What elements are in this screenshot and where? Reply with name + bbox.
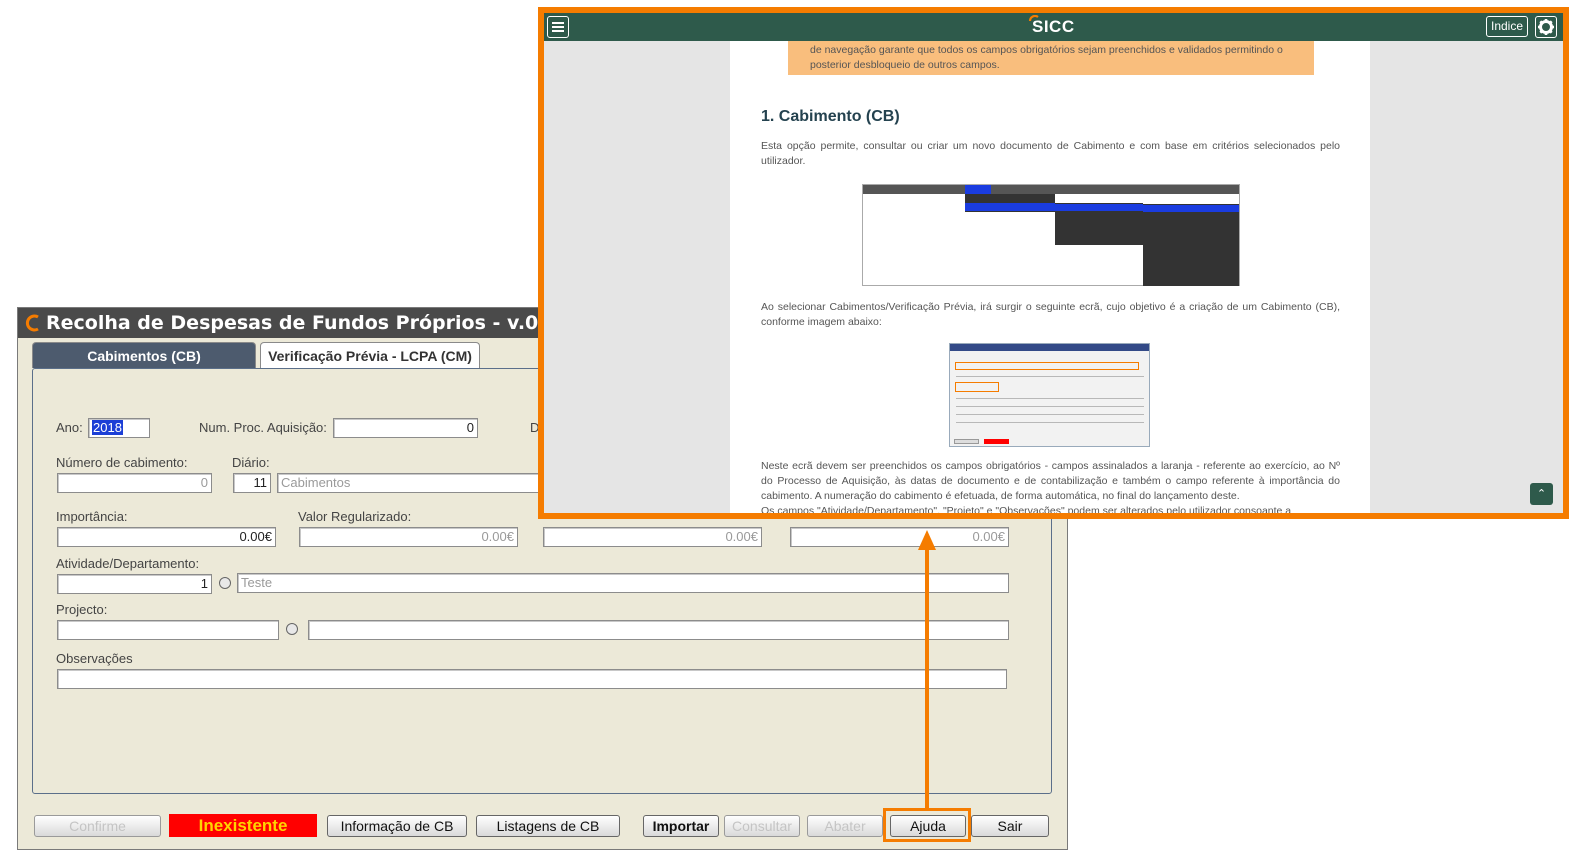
help-header-bar: SICC Indice: [544, 13, 1563, 41]
atividade-lookup-icon[interactable]: [219, 577, 231, 589]
atividade-code-field[interactable]: 1: [57, 574, 212, 594]
arrow-up-icon: [918, 530, 936, 550]
projecto-name-field[interactable]: [308, 620, 1009, 640]
paragraph-intro: Esta opção permite, consultar ou criar u…: [761, 140, 1340, 167]
status-badge: Inexistente: [169, 814, 317, 837]
help-window: SICC Indice Recomenda-se o uso da tecla …: [538, 7, 1569, 519]
section-heading: 1. Cabimento (CB): [761, 108, 900, 125]
valor-alteracoes-field[interactable]: 0.00€: [790, 527, 1009, 547]
projecto-label: Projecto:: [56, 602, 108, 617]
projecto-code-field[interactable]: [57, 620, 279, 640]
numero-cabimento-label: Número de cabimento:: [56, 455, 188, 470]
informacao-cb-button[interactable]: Informação de CB: [327, 815, 467, 837]
listagens-cb-button[interactable]: Listagens de CB: [476, 815, 620, 837]
numero-cabimento-field[interactable]: 0: [57, 473, 212, 493]
ano-field[interactable]: 2018: [88, 418, 150, 438]
paragraph-optional-fields: Os campos "Atividade/Departamento", "Pro…: [761, 505, 1292, 513]
diario-label: Diário:: [232, 455, 270, 470]
form-screenshot-image: [949, 343, 1150, 447]
sicc-brand: SICC: [1032, 17, 1075, 36]
warning-text: Recomenda-se o uso da tecla TAB para a n…: [810, 44, 1283, 71]
valor-regularizado-label: Valor Regularizado:: [298, 509, 412, 524]
diario-code-field[interactable]: 11: [233, 473, 271, 493]
valor-compromisso-field[interactable]: 0.00€: [543, 527, 762, 547]
ajuda-highlight: [883, 808, 971, 842]
atividade-label: Atividade/Departamento:: [56, 556, 200, 571]
importar-button[interactable]: Importar: [643, 815, 719, 837]
tab-cabimentos[interactable]: Cabimentos (CB): [32, 342, 256, 368]
menu-screenshot-image: [862, 184, 1240, 286]
paragraph-selection: Ao selecionar Cabimentos/Verificação Pré…: [761, 301, 1340, 328]
confirme-button[interactable]: Confirme: [34, 815, 161, 837]
gear-icon[interactable]: [1535, 16, 1557, 38]
indice-button[interactable]: Indice: [1486, 16, 1528, 37]
importancia-label: Importância:: [56, 509, 128, 524]
observacoes-field[interactable]: [57, 669, 1007, 689]
atividade-name-field[interactable]: Teste: [237, 573, 1009, 593]
ano-label: Ano:: [56, 420, 83, 435]
importancia-field[interactable]: 0.00€: [57, 527, 276, 547]
num-proc-field[interactable]: 0: [333, 418, 478, 438]
ano-value: 2018: [92, 420, 123, 435]
tab-warning-note: Recomenda-se o uso da tecla TAB para a n…: [788, 41, 1314, 75]
diario-name-field[interactable]: Cabimentos: [277, 473, 577, 493]
valor-regularizado-field[interactable]: 0.00€: [299, 527, 518, 547]
projecto-lookup-icon[interactable]: [286, 623, 298, 635]
observacoes-label: Observações: [56, 651, 133, 666]
hamburger-menu-icon[interactable]: [547, 16, 569, 38]
scroll-top-icon[interactable]: ⌃: [1530, 483, 1553, 505]
help-document: Recomenda-se o uso da tecla TAB para a n…: [730, 41, 1370, 513]
abater-button[interactable]: Abater: [807, 815, 883, 837]
pointer-arrow: [925, 548, 929, 810]
sair-button[interactable]: Sair: [971, 815, 1049, 837]
consultar-button[interactable]: Consultar: [724, 815, 800, 837]
window-title: Recolha de Despesas de Fundos Próprios -…: [46, 312, 599, 334]
app-logo-icon: [25, 314, 39, 332]
paragraph-required-fields: Neste ecrã devem ser preenchidos os camp…: [761, 460, 1340, 502]
num-proc-label: Num. Proc. Aquisição:: [199, 420, 327, 435]
tab-verificacao-previa[interactable]: Verificação Prévia - LCPA (CM): [260, 342, 480, 368]
